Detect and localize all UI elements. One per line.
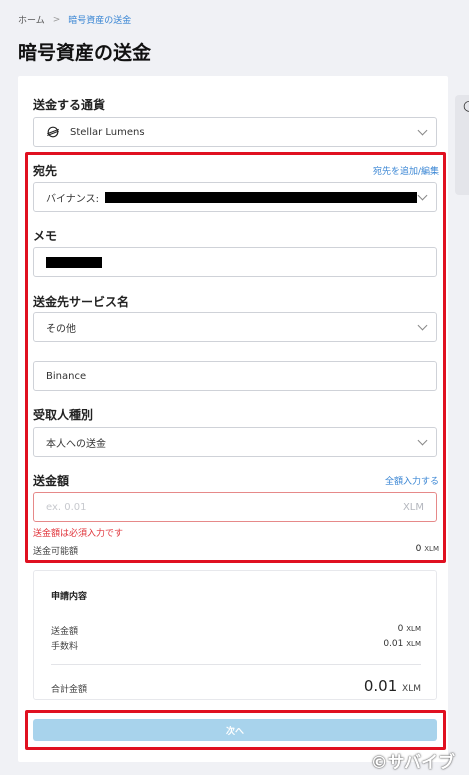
summary-amount-label: 送金額	[51, 627, 79, 637]
highlight-box-form	[25, 152, 446, 563]
stellar-icon	[47, 126, 59, 138]
chevron-down-icon	[417, 125, 428, 136]
summary-fee-unit: XLM	[406, 640, 421, 648]
breadcrumb-current: 暗号資産の送金	[68, 16, 132, 26]
watermark: ©サバイブ	[370, 753, 455, 773]
summary-divider	[51, 664, 421, 665]
summary-amount-unit: XLM	[406, 625, 421, 633]
summary-amount-number: 0	[397, 624, 404, 634]
highlight-box-button	[25, 710, 446, 750]
summary-panel: 申請内容 送金額 0 XLM 手数料 0.01 XLM 合計金額 0.01 XL…	[33, 570, 437, 700]
breadcrumb-home[interactable]: ホーム	[18, 13, 45, 26]
page-title: 暗号資産の送金	[18, 42, 152, 64]
summary-total-number: 0.01	[363, 677, 398, 695]
summary-fee-value: 0.01 XLM	[383, 639, 421, 649]
summary-total-label: 合計金額	[51, 685, 88, 695]
breadcrumb-separator: >	[52, 14, 61, 25]
side-panel-glyph: ○	[463, 99, 469, 113]
summary-fee-label: 手数料	[51, 642, 79, 652]
currency-value: Stellar Lumens	[70, 126, 145, 138]
summary-total-unit: XLM	[402, 684, 421, 694]
side-panel[interactable]: ○	[455, 95, 469, 195]
currency-select[interactable]: Stellar Lumens	[33, 117, 437, 147]
summary-fee-number: 0.01	[383, 639, 404, 649]
summary-amount-value: 0 XLM	[398, 624, 421, 634]
currency-label: 送金する通貨	[33, 98, 106, 112]
summary-total-value: 0.01 XLM	[364, 677, 421, 695]
summary-title: 申請内容	[51, 592, 88, 602]
breadcrumb: ホーム > 暗号資産の送金	[18, 13, 132, 27]
